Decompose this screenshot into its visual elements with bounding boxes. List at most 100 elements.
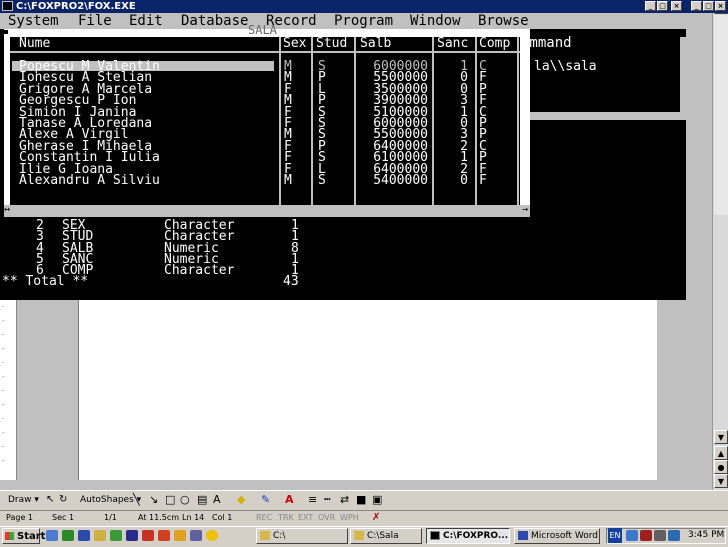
quicklaunch-word-icon[interactable] — [78, 530, 90, 541]
spelling-status-icon[interactable]: ✗ — [372, 512, 380, 523]
status-pages: 1/1 — [104, 513, 117, 522]
free-rotate-icon[interactable]: ↻ — [59, 494, 67, 505]
status-col: Col 1 — [212, 513, 233, 522]
taskbar-label: C:\FOXPRO... — [443, 531, 509, 541]
word-icon — [518, 531, 528, 540]
menu-label: Edit — [129, 13, 163, 29]
cell-comp[interactable]: F — [479, 174, 487, 187]
arrow-style-icon[interactable]: ⇄ — [340, 493, 349, 506]
tray-antivirus-icon[interactable] — [640, 530, 652, 541]
quicklaunch-messenger-icon[interactable] — [206, 530, 218, 541]
taskbar-button-c-sala[interactable]: C:\Sala — [350, 528, 422, 544]
word-close-button[interactable]: × — [715, 1, 726, 11]
shadow-icon[interactable]: ■ — [356, 493, 366, 506]
header-divider — [10, 51, 520, 53]
column-header-nume[interactable]: Nume — [19, 37, 50, 51]
command-text[interactable]: la\\sala — [534, 59, 597, 74]
folder-icon — [260, 531, 270, 540]
quicklaunch-desktop-icon[interactable] — [126, 530, 138, 541]
quicklaunch-app3-icon[interactable] — [174, 530, 186, 541]
autoshapes-menu-button[interactable]: AutoShapes ▾ — [80, 495, 141, 505]
close-box-icon[interactable] — [4, 30, 8, 34]
table-row[interactable]: Alexandru A Silviu M S 5400000 0 F — [0, 174, 526, 187]
tray-network-icon[interactable] — [626, 530, 638, 541]
column-header-sanc[interactable]: Sanc — [437, 37, 468, 51]
line-color-icon[interactable]: ✎ — [261, 493, 270, 506]
structure-field-type: Character — [164, 263, 235, 279]
status-rec[interactable]: REC — [256, 513, 272, 522]
menu-system[interactable]: System — [8, 13, 59, 29]
cell-sex[interactable]: M — [284, 174, 292, 187]
status-ext[interactable]: EXT — [298, 513, 313, 522]
quicklaunch-folder-icon[interactable] — [94, 530, 106, 541]
scroll-down-icon[interactable]: ▼ — [714, 430, 728, 444]
ruler-ticks: · · · · · · · · · · · · — [2, 303, 5, 465]
3d-icon[interactable]: ▣ — [372, 493, 382, 506]
status-section: Sec 1 — [52, 513, 75, 522]
quicklaunch-ie-icon[interactable] — [46, 530, 58, 541]
menu-program[interactable]: Program — [334, 13, 393, 29]
tray-volume-icon[interactable] — [654, 530, 666, 541]
taskbar-button-word[interactable]: Microsoft Word... — [514, 528, 600, 544]
word-maximize-button[interactable]: □ — [703, 1, 714, 11]
menu-browse[interactable]: Browse — [478, 13, 529, 29]
taskbar-button-c-root[interactable]: C:\ — [256, 528, 348, 544]
word-document-page[interactable] — [78, 300, 657, 480]
wordart-icon[interactable]: A — [213, 493, 221, 506]
dos-window-titlebar[interactable]: C:\FOXPRO2\FOX.EXE _ □ × _ □ × — [0, 0, 728, 13]
cell-nume[interactable]: Alexandru A Silviu — [19, 174, 160, 187]
status-at: At 11.5cm — [138, 513, 180, 522]
cell-stud[interactable]: S — [318, 174, 326, 187]
cell-salb[interactable]: 5400000 — [360, 174, 428, 187]
word-minimize-button[interactable]: _ — [691, 1, 702, 11]
select-objects-icon[interactable]: ↖ — [46, 494, 54, 505]
column-header-sex[interactable]: Sex — [283, 37, 306, 51]
status-ovr[interactable]: OVR — [318, 513, 335, 522]
language-indicator[interactable]: EN — [608, 528, 622, 543]
menu-window[interactable]: Window — [410, 13, 461, 29]
quicklaunch-app2-icon[interactable] — [158, 530, 170, 541]
fill-color-icon[interactable]: ◆ — [237, 493, 245, 506]
oval-icon[interactable]: ○ — [180, 493, 190, 506]
word-status-bar: Page 1 Sec 1 1/1 At 11.5cm Ln 14 Col 1 R… — [0, 510, 728, 527]
column-header-salb[interactable]: Salb — [360, 37, 391, 51]
menu-edit[interactable]: Edit — [129, 13, 163, 29]
menu-database[interactable]: Database — [181, 13, 248, 29]
previous-page-icon[interactable]: ▲ — [714, 446, 728, 460]
draw-menu-button[interactable]: Draw ▾ — [8, 495, 39, 505]
minimize-button[interactable]: _ — [645, 1, 656, 11]
quicklaunch-app-icon[interactable] — [142, 530, 154, 541]
quicklaunch-media-icon[interactable] — [110, 530, 122, 541]
line-style-icon[interactable]: ≡ — [308, 493, 317, 506]
word-vertical-scrollbar[interactable]: ▲ ▼ ▲ ● ▼ — [712, 0, 728, 490]
tray-app-icon[interactable] — [668, 530, 680, 541]
scroll-right-icon[interactable]: → — [522, 204, 528, 215]
column-header-stud[interactable]: Stud — [316, 37, 347, 51]
maximize-button[interactable]: □ — [657, 1, 668, 11]
next-page-icon[interactable]: ▼ — [714, 474, 728, 488]
arrow-icon[interactable]: ↘ — [149, 493, 158, 506]
text-box-icon[interactable]: ▤ — [197, 493, 207, 506]
quicklaunch-app4-icon[interactable] — [190, 530, 202, 541]
browse-hscrollbar[interactable]: ↔ → — [4, 204, 530, 217]
dash-style-icon[interactable]: ┅ — [324, 493, 331, 506]
menu-label: Window — [410, 13, 461, 29]
select-browse-object-icon[interactable]: ● — [714, 460, 728, 474]
status-wph[interactable]: WPH — [340, 513, 359, 522]
taskbar-button-foxpro[interactable]: C:\FOXPRO... — [426, 528, 510, 544]
scroll-thumb[interactable] — [714, 15, 728, 215]
quicklaunch-excel-icon[interactable] — [62, 530, 74, 541]
menu-label: File — [78, 13, 112, 29]
menu-file[interactable]: File — [78, 13, 112, 29]
column-header-comp[interactable]: Comp — [479, 37, 510, 51]
close-button[interactable]: × — [671, 1, 682, 11]
clock: 3:45 PM — [688, 530, 725, 540]
drawing-toolbar: Draw ▾ ↖ ↻ AutoShapes ▾ ╲ ↘ □ ○ ▤ A ◆ ✎ … — [0, 490, 728, 511]
rectangle-icon[interactable]: □ — [165, 493, 175, 506]
cell-sanc[interactable]: 0 — [430, 174, 468, 187]
scroll-left-icon[interactable]: ↔ — [4, 204, 10, 215]
menu-label: Browse — [478, 13, 529, 29]
font-color-icon[interactable]: A — [285, 493, 294, 506]
status-trk[interactable]: TRK — [278, 513, 294, 522]
line-icon[interactable]: ╲ — [133, 493, 140, 506]
